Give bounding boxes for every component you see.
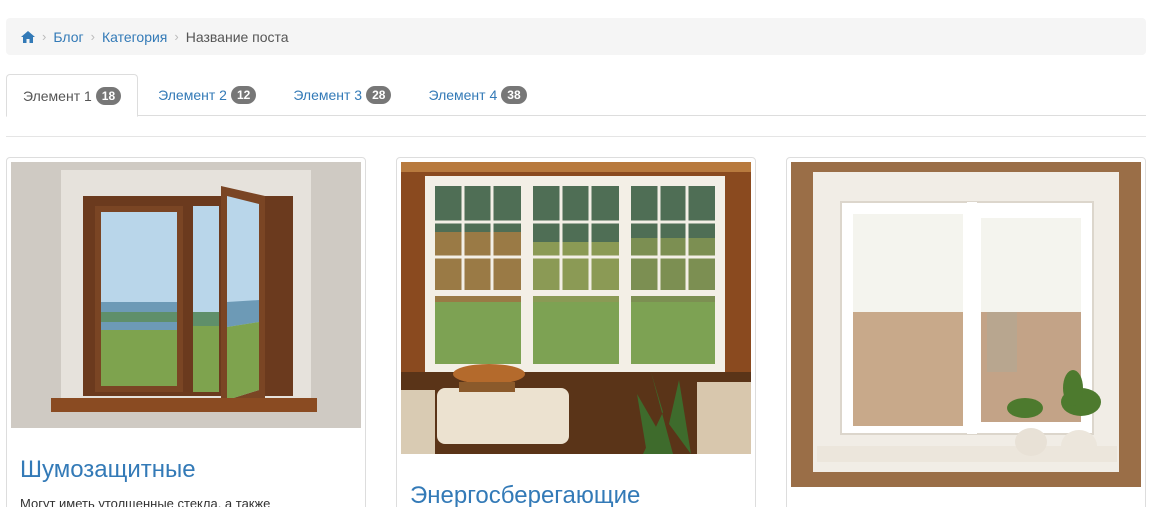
- breadcrumb-blog-link[interactable]: Блог: [53, 29, 83, 45]
- breadcrumb: › Блог › Категория › Название поста: [6, 18, 1146, 55]
- tab-label: Элемент 3: [293, 87, 363, 103]
- count-badge: 18: [95, 86, 122, 105]
- breadcrumb-category-link[interactable]: Категория: [102, 29, 167, 45]
- count-badge: 38: [501, 86, 527, 104]
- chevron-right-icon: ›: [42, 29, 47, 44]
- home-icon[interactable]: [21, 30, 35, 44]
- tab-element-2[interactable]: Элемент 2 12: [141, 74, 273, 116]
- chevron-right-icon: ›: [90, 29, 95, 44]
- breadcrumb-current: Название поста: [185, 28, 289, 45]
- window-image[interactable]: [11, 162, 361, 428]
- card-text: Могут иметь утолщенные стекла, а также: [20, 496, 271, 507]
- card-title[interactable]: Шумозащитные: [20, 456, 361, 484]
- tab-label: Элемент 4: [428, 87, 498, 103]
- card-energy-saving: Энергосберегающие: [396, 157, 756, 507]
- chevron-right-icon: ›: [174, 29, 179, 44]
- tab-label: Элемент 1: [23, 87, 92, 104]
- divider: [6, 136, 1146, 137]
- tab-element-4[interactable]: Элемент 4 38: [411, 74, 543, 116]
- window-image[interactable]: [791, 162, 1141, 487]
- tab-element-3[interactable]: Элемент 3 28: [276, 74, 408, 116]
- tab-label: Элемент 2: [158, 87, 227, 103]
- count-badge: 12: [230, 86, 257, 104]
- tab-bar: Элемент 1 18 Элемент 2 12 Элемент 3 28 Э…: [6, 74, 1146, 117]
- card-soundproof: Шумозащитные Могут иметь утолщенные стек…: [6, 157, 366, 507]
- card-window-3: [786, 157, 1146, 507]
- tab-element-1[interactable]: Элемент 1 18: [6, 74, 139, 117]
- card-title[interactable]: Энергосберегающие: [410, 482, 751, 507]
- count-badge: 28: [366, 86, 392, 104]
- window-image[interactable]: [401, 162, 751, 454]
